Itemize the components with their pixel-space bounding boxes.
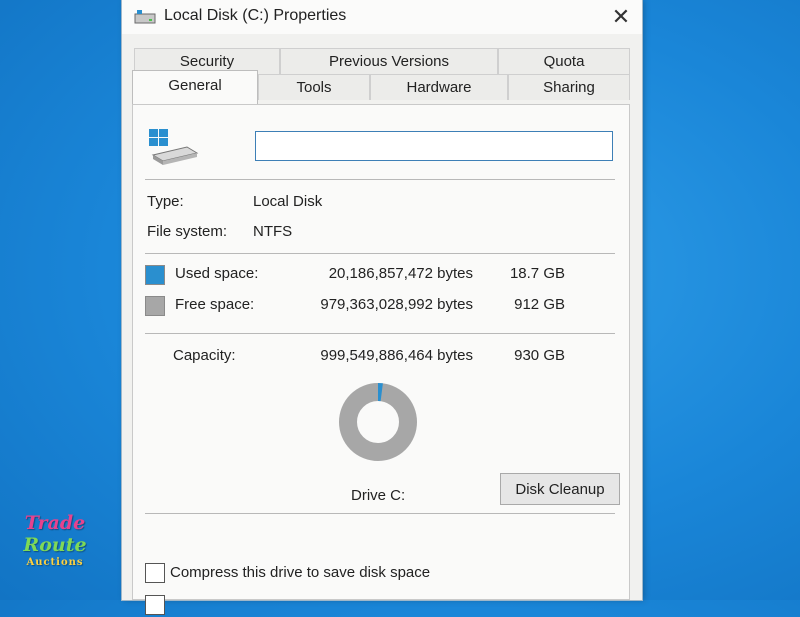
drive-name-input[interactable]	[255, 131, 613, 161]
title-bar[interactable]: Local Disk (C:) Properties ✕	[122, 0, 642, 34]
index-drive-checkbox[interactable]	[145, 595, 165, 615]
separator	[145, 333, 615, 334]
file-system-label: File system:	[147, 223, 228, 240]
tab-quota[interactable]: Quota	[498, 48, 630, 74]
general-tab-panel: Type: Local Disk File system: NTFS Used …	[132, 104, 630, 615]
drive-icon	[134, 10, 156, 24]
capacity-label: Capacity:	[173, 347, 236, 364]
tab-tools[interactable]: Tools	[258, 74, 370, 100]
drive-label: Drive C:	[351, 487, 406, 504]
compress-drive-checkbox[interactable]	[145, 563, 165, 583]
local-disk-icon	[149, 129, 199, 165]
used-space-swatch	[145, 265, 165, 285]
free-space-label: Free space:	[175, 296, 255, 313]
file-system-value: NTFS	[253, 223, 293, 240]
tab-hardware[interactable]: Hardware	[370, 74, 508, 100]
disk-cleanup-button[interactable]: Disk Cleanup	[500, 473, 620, 505]
separator	[145, 513, 615, 514]
free-space-swatch	[145, 296, 165, 316]
compress-drive-label: Compress this drive to save disk space	[170, 564, 431, 581]
watermark-logo: Trade Route Auctions	[18, 512, 92, 570]
watermark-line-3: Auctions	[26, 557, 84, 568]
free-space-bytes: 979,363,028,992 bytes	[320, 296, 473, 313]
separator	[145, 179, 615, 180]
tab-sharing[interactable]: Sharing	[508, 74, 630, 100]
close-icon: ✕	[611, 4, 631, 29]
used-space-label: Used space:	[175, 265, 259, 282]
used-space-gb: 18.7 GB	[509, 265, 565, 282]
tab-strip: Security Previous Versions Quota Tools H…	[122, 34, 642, 104]
close-button[interactable]: ✕	[600, 0, 642, 34]
window-title: Local Disk (C:) Properties	[164, 7, 347, 24]
usage-donut-chart	[339, 383, 417, 461]
free-space-gb: 912 GB	[514, 296, 565, 313]
capacity-bytes: 999,549,886,464 bytes	[320, 347, 473, 364]
separator	[145, 253, 615, 254]
capacity-gb: 930 GB	[514, 347, 565, 364]
used-space-bytes: 20,186,857,472 bytes	[328, 265, 473, 282]
watermark-line-2: Route	[23, 534, 87, 556]
properties-dialog: Local Disk (C:) Properties ✕ Security Pr…	[122, 0, 642, 615]
type-label: Type:	[147, 193, 184, 210]
tab-general[interactable]: General	[132, 70, 258, 104]
tab-previous-versions[interactable]: Previous Versions	[280, 48, 498, 74]
watermark-line-1: Trade	[24, 512, 86, 534]
type-value: Local Disk	[253, 193, 323, 210]
